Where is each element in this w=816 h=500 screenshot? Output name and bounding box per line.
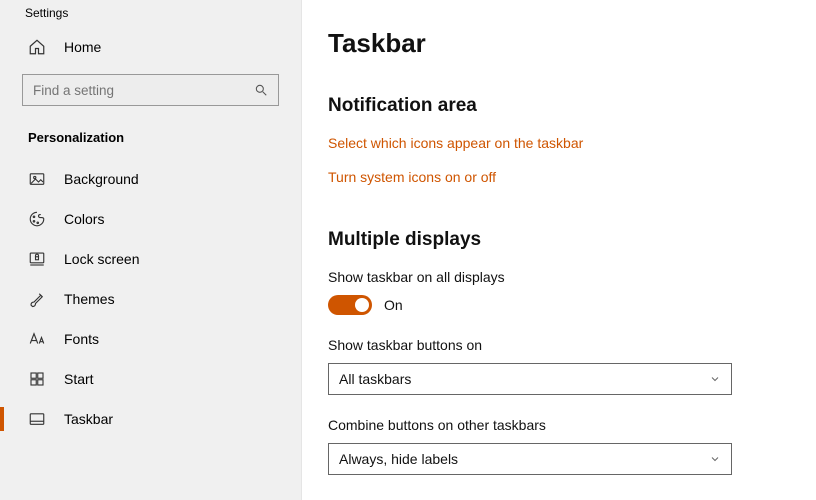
start-icon bbox=[28, 370, 46, 388]
select-buttons-on[interactable]: All taskbars bbox=[328, 363, 732, 395]
nav-label: Themes bbox=[64, 291, 115, 307]
palette-icon bbox=[28, 210, 46, 228]
nav-label: Colors bbox=[64, 211, 104, 227]
category-heading: Personalization bbox=[0, 106, 301, 159]
brush-icon bbox=[28, 290, 46, 308]
nav-home[interactable]: Home bbox=[0, 20, 301, 74]
nav-item-taskbar[interactable]: Taskbar bbox=[0, 399, 301, 439]
select-value: All taskbars bbox=[339, 371, 411, 387]
nav-item-fonts[interactable]: Fonts bbox=[0, 319, 301, 359]
search-box[interactable] bbox=[22, 74, 279, 106]
toggle-state: On bbox=[384, 297, 403, 313]
nav-item-themes[interactable]: Themes bbox=[0, 279, 301, 319]
sidebar: Settings Home Personalization Background bbox=[0, 0, 302, 500]
nav-list: Background Colors Lock screen Themes bbox=[0, 159, 301, 439]
nav-home-label: Home bbox=[64, 39, 101, 55]
section-notification-heading: Notification area bbox=[328, 95, 780, 117]
select-combine[interactable]: Always, hide labels bbox=[328, 443, 732, 475]
section-displays-heading: Multiple displays bbox=[328, 229, 780, 251]
nav-item-start[interactable]: Start bbox=[0, 359, 301, 399]
main-content: Taskbar Notification area Select which i… bbox=[302, 0, 816, 500]
home-icon bbox=[28, 38, 46, 56]
select-buttons-label: Show taskbar buttons on bbox=[328, 337, 780, 353]
chevron-down-icon bbox=[709, 373, 721, 385]
toggle-show-taskbar[interactable] bbox=[328, 295, 372, 315]
toggle-label-text: Show taskbar on all displays bbox=[328, 269, 780, 285]
font-icon bbox=[28, 330, 46, 348]
toggle-knob bbox=[355, 298, 369, 312]
nav-item-background[interactable]: Background bbox=[0, 159, 301, 199]
nav-label: Taskbar bbox=[64, 411, 113, 427]
nav-label: Lock screen bbox=[64, 251, 139, 267]
search-icon bbox=[254, 83, 268, 97]
nav-label: Start bbox=[64, 371, 94, 387]
select-value: Always, hide labels bbox=[339, 451, 458, 467]
lock-icon bbox=[28, 250, 46, 268]
chevron-down-icon bbox=[709, 453, 721, 465]
nav-label: Background bbox=[64, 171, 139, 187]
page-title: Taskbar bbox=[328, 28, 780, 59]
taskbar-icon bbox=[28, 410, 46, 428]
image-icon bbox=[28, 170, 46, 188]
nav-item-colors[interactable]: Colors bbox=[0, 199, 301, 239]
link-system-icons[interactable]: Turn system icons on or off bbox=[328, 169, 780, 185]
app-title: Settings bbox=[0, 0, 301, 20]
nav-item-lockscreen[interactable]: Lock screen bbox=[0, 239, 301, 279]
link-select-icons[interactable]: Select which icons appear on the taskbar bbox=[328, 135, 780, 151]
select-combine-label: Combine buttons on other taskbars bbox=[328, 417, 780, 433]
nav-label: Fonts bbox=[64, 331, 99, 347]
search-input[interactable] bbox=[33, 83, 254, 98]
